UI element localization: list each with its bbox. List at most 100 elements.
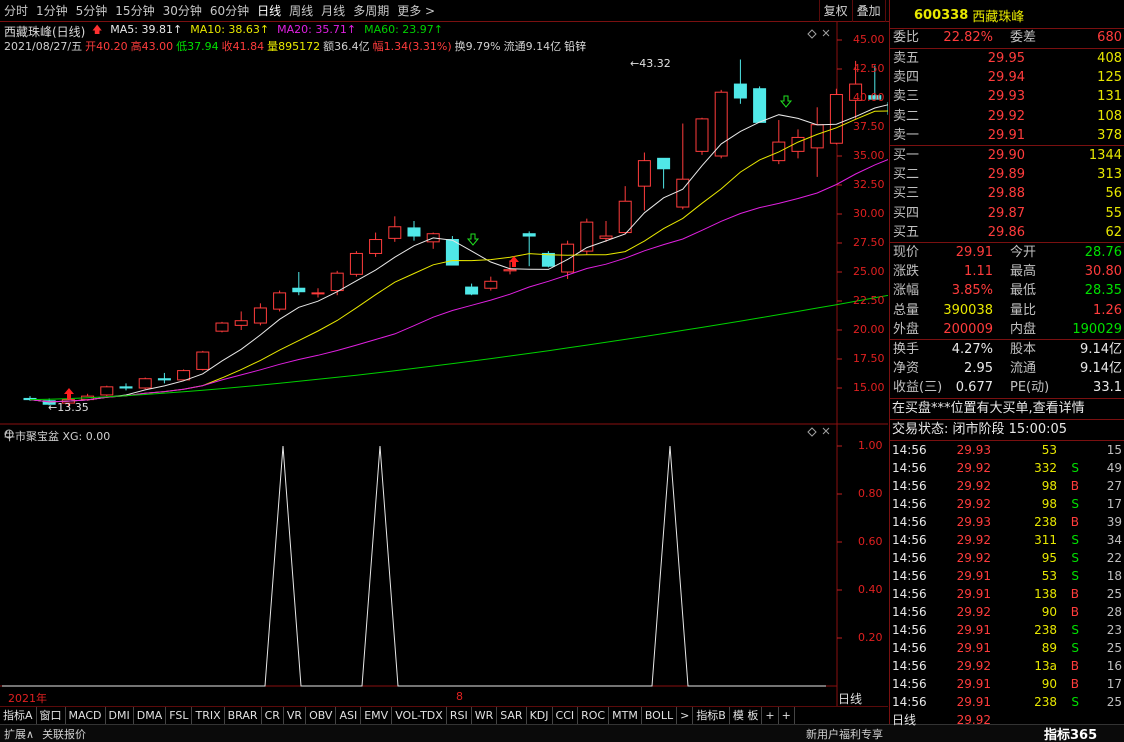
- notice-row[interactable]: 在买盘***位置有大买单,查看详情: [890, 400, 1124, 418]
- weibi-label: 委比: [893, 30, 920, 45]
- fund-value: 2.95: [964, 361, 993, 377]
- tick-row: 14:56 29.91 238 S 23: [890, 621, 1124, 639]
- indicator-tab-22[interactable]: >: [677, 707, 694, 724]
- candle-body: [522, 233, 536, 237]
- candle-body: [580, 221, 594, 252]
- weicha-label: 委差: [1010, 30, 1037, 45]
- bid-price: 29.90: [987, 148, 1025, 163]
- period-tab-3[interactable]: 15分钟: [111, 0, 158, 22]
- candle-body: [138, 378, 152, 389]
- tick-volume: 238: [1034, 623, 1057, 637]
- candle-body: [388, 226, 402, 239]
- indicator-tab-0[interactable]: 指标A: [0, 707, 37, 724]
- indicator-tab-19[interactable]: ROC: [578, 707, 610, 724]
- indicator-tab-13[interactable]: VOL-TDX: [392, 707, 447, 724]
- bid-row: 买五 29.86 62: [890, 224, 1124, 242]
- period-corner-tab[interactable]: 日线: [838, 690, 862, 707]
- tick-side: S: [1071, 569, 1079, 583]
- indicator-tab-15[interactable]: WR: [472, 707, 498, 724]
- indicator-tab-12[interactable]: EMV: [361, 707, 393, 724]
- tick-time: 日线: [892, 713, 917, 727]
- toolbar-button-1[interactable]: 叠加: [851, 0, 885, 22]
- tick-price: 29.92: [956, 479, 991, 493]
- indicator-tab-23[interactable]: 指标B: [693, 707, 730, 724]
- tick-side: B: [1070, 605, 1079, 619]
- indicator-tab-2[interactable]: MACD: [66, 707, 106, 724]
- candle-body: [733, 83, 747, 99]
- ask-volume: 378: [1097, 127, 1122, 143]
- period-tab-10[interactable]: 更多 >: [393, 0, 439, 22]
- fund-value: 9.14亿: [1080, 361, 1122, 377]
- period-tab-7[interactable]: 周线: [285, 0, 317, 22]
- price-tick-label: 40.00: [853, 91, 885, 104]
- ask-row: 卖一 29.91 378: [890, 127, 1124, 145]
- stat-value: 1.11: [964, 264, 993, 280]
- indicator-tab-11[interactable]: ASI: [336, 707, 362, 724]
- related-quote-button[interactable]: 关联报价: [38, 726, 90, 742]
- indicator-tab-5[interactable]: FSL: [166, 707, 193, 724]
- indicator-tab-26[interactable]: +: [779, 707, 795, 724]
- indicator-tab-3[interactable]: DMI: [106, 707, 134, 724]
- tick-time: 14:56: [892, 605, 927, 619]
- indicator-tab-10[interactable]: OBV: [306, 707, 337, 724]
- period-tab-2[interactable]: 5分钟: [72, 0, 112, 22]
- indicator-tab-24[interactable]: 模 板: [730, 707, 763, 724]
- bid-row: 买二 29.89 313: [890, 166, 1124, 184]
- indicator-tab-14[interactable]: RSI: [447, 707, 472, 724]
- period-tab-6[interactable]: 日线: [253, 0, 285, 22]
- candle-body: [234, 320, 248, 326]
- tick-price: 29.91: [956, 569, 991, 583]
- ask-volume: 125: [1097, 70, 1122, 86]
- indicator-tab-8[interactable]: CR: [262, 707, 284, 724]
- stat-value: 29.91: [955, 245, 993, 260]
- stat-label: 量比: [1010, 302, 1037, 318]
- expand-button[interactable]: 扩展∧: [0, 726, 38, 742]
- bid-price: 29.86: [987, 224, 1025, 240]
- bid-label: 买二: [893, 167, 920, 183]
- toolbar-button-0[interactable]: 复权: [818, 0, 852, 22]
- period-tab-1[interactable]: 1分钟: [32, 0, 72, 22]
- candle-body: [100, 386, 114, 396]
- tick-side: S: [1071, 641, 1079, 655]
- promo-link[interactable]: 新用户福利专享: [802, 726, 887, 742]
- period-tab-9[interactable]: 多周期: [349, 0, 393, 22]
- indicator-tab-7[interactable]: BRAR: [225, 707, 262, 724]
- tick-volume: 238: [1034, 695, 1057, 709]
- indicator-tab-18[interactable]: CCI: [553, 707, 579, 724]
- indicator-tab-1[interactable]: 窗口: [37, 707, 66, 724]
- weibi-row: 委比 22.82% 委差 680: [890, 29, 1124, 47]
- kline-chart[interactable]: [0, 22, 888, 706]
- indicator-tab-6[interactable]: TRIX: [192, 707, 225, 724]
- stat-label: 最低: [1010, 283, 1037, 299]
- candle-body: [503, 269, 517, 272]
- period-tab-5[interactable]: 60分钟: [206, 0, 253, 22]
- indicator-tab-9[interactable]: VR: [284, 707, 307, 724]
- indicator-tab-20[interactable]: MTM: [609, 707, 642, 724]
- ohlc-info: 2021/08/27/五 开40.20 高43.00 低37.94 收41.84 量895…: [4, 38, 586, 54]
- indicator-tab-4[interactable]: DMA: [134, 707, 167, 724]
- stat-row: 涨跌 1.11 最高 30.80: [890, 263, 1124, 281]
- ohlc-field-9: 流通9.14亿: [503, 40, 562, 53]
- tick-row: 14:56 29.93 53 15: [890, 441, 1124, 459]
- period-tab-8[interactable]: 月线: [317, 0, 349, 22]
- ask-label: 卖四: [893, 70, 920, 86]
- tick-volume: 98: [1041, 479, 1057, 493]
- ma10-line: [29, 110, 888, 403]
- indicator-tab-25[interactable]: +: [762, 707, 779, 724]
- separator: [890, 398, 1124, 399]
- period-tab-0[interactable]: 分时: [0, 0, 32, 22]
- tick-side: B: [1070, 479, 1079, 493]
- indicator-tab-16[interactable]: SAR: [497, 707, 527, 724]
- stat-value: 28.35: [1084, 283, 1122, 299]
- low-price-label: ←13.35: [48, 401, 89, 414]
- candle-body: [119, 386, 133, 389]
- ohlc-field-1: 开40.20: [85, 40, 128, 53]
- tick-price: 29.93: [956, 515, 991, 529]
- period-tab-4[interactable]: 30分钟: [159, 0, 206, 22]
- indicator-title: 牛市聚宝盆 XG: 0.00: [4, 430, 111, 443]
- indicator-tab-17[interactable]: KDJ: [527, 707, 553, 724]
- indicator-tab-21[interactable]: BOLL: [642, 707, 678, 724]
- price-tick-label: 35.00: [853, 149, 885, 162]
- tick-time: 14:56: [892, 443, 927, 457]
- candle-body: [177, 370, 191, 381]
